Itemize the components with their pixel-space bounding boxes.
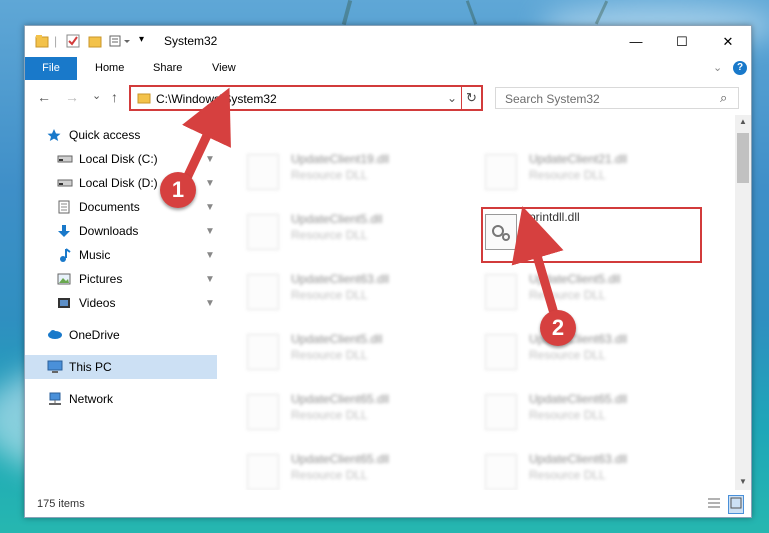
callout-badge-1: 1 — [160, 172, 196, 208]
arrow-to-address-bar — [181, 87, 231, 185]
callout-badge-2: 2 — [540, 310, 576, 346]
callout-arrows — [181, 87, 564, 315]
arrow-to-printdll — [511, 206, 564, 315]
